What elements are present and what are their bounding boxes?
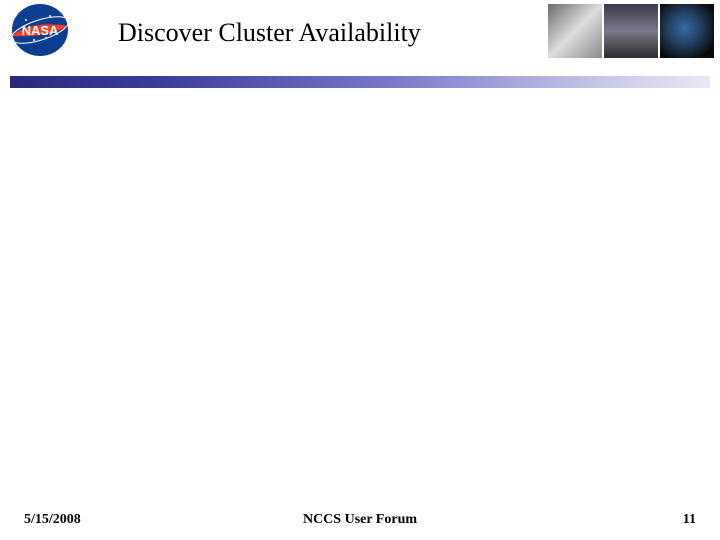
nasa-logo: NASA: [6, 2, 74, 58]
slide-title: Discover Cluster Availability: [118, 18, 421, 48]
header-divider: [10, 76, 710, 88]
thumbnail-cloud-icon: [548, 4, 602, 58]
thumbnail-satellite-icon: [604, 4, 658, 58]
footer-page-number: 11: [683, 512, 696, 528]
slide-header: NASA Discover Cluster Availability: [0, 0, 720, 72]
thumbnail-earth-icon: [660, 4, 714, 58]
footer-title: NCCS User Forum: [303, 512, 417, 528]
footer-date: 5/15/2008: [24, 512, 81, 528]
header-thumbnails: [548, 4, 714, 58]
nasa-logo-text: NASA: [22, 23, 59, 38]
